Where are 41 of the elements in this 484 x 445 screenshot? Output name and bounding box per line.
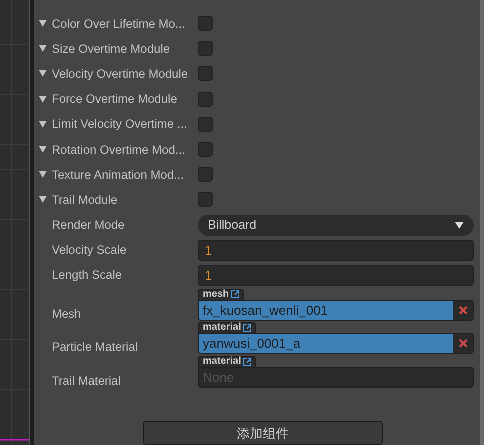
module-checkbox[interactable]: [198, 167, 213, 182]
external-link-icon[interactable]: [243, 358, 252, 367]
module-label: Color Over Lifetime Mo...: [52, 16, 186, 31]
module-label: Force Overtime Module: [52, 92, 178, 106]
property-label: Length Scale: [51, 268, 124, 282]
module-label: Trail Module: [52, 192, 118, 207]
module-label: Limit Velocity Overtime ...: [52, 117, 188, 132]
property-label: Trail Material: [51, 374, 122, 388]
module-checkbox[interactable]: [198, 116, 213, 132]
number-field[interactable]: 1: [198, 264, 474, 286]
asset-type-tag: material: [198, 322, 256, 334]
module-checkbox[interactable]: [198, 92, 213, 107]
expand-icon[interactable]: [39, 70, 47, 78]
property-label: Velocity Scale: [51, 243, 128, 258]
property-label: Mesh: [51, 306, 82, 321]
property-label: Render Mode: [51, 218, 126, 232]
caret-icon: [455, 222, 464, 229]
expand-icon[interactable]: [39, 146, 47, 154]
number-field[interactable]: 1: [198, 240, 474, 261]
module-checkbox[interactable]: [198, 142, 213, 158]
asset-type-tag: material: [198, 356, 256, 368]
module-label: Rotation Overtime Mod...: [52, 142, 186, 157]
expand-icon[interactable]: [39, 196, 47, 204]
module-label: Size Overtime Module: [52, 42, 170, 56]
external-link-icon[interactable]: [231, 290, 240, 300]
module-label: Velocity Overtime Module: [52, 66, 188, 81]
add-component-button[interactable]: 添加组件: [143, 421, 383, 445]
module-checkbox[interactable]: [198, 16, 213, 32]
module-checkbox[interactable]: [198, 192, 213, 208]
expand-icon[interactable]: [39, 171, 47, 178]
expand-icon[interactable]: [39, 20, 47, 28]
external-link-icon[interactable]: [243, 324, 252, 333]
module-label: Texture Animation Mod...: [52, 168, 184, 182]
module-checkbox[interactable]: [198, 41, 213, 56]
expand-icon[interactable]: [39, 45, 47, 52]
module-checkbox[interactable]: [198, 66, 213, 82]
expand-icon[interactable]: [39, 96, 47, 103]
property-label: Particle Material: [51, 340, 140, 354]
dropdown[interactable]: Billboard: [198, 214, 474, 236]
expand-icon[interactable]: [39, 120, 47, 128]
asset-type-tag: mesh: [198, 288, 244, 300]
